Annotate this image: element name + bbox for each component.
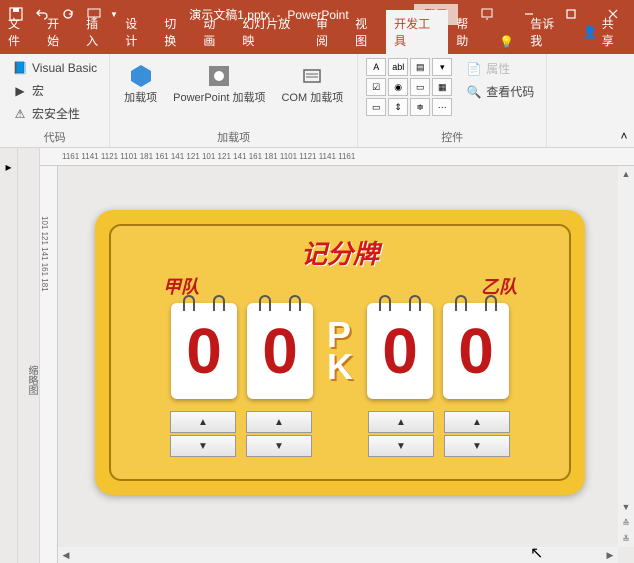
digit-1: 0 bbox=[186, 319, 222, 383]
scroll-left-icon[interactable]: ◀ bbox=[58, 547, 74, 563]
spinner-1: ▲ ▼ bbox=[170, 411, 236, 457]
digit-2: 0 bbox=[262, 319, 298, 383]
tab-tellme[interactable]: 告诉我 bbox=[522, 10, 573, 54]
slide-inner: 记分牌 甲队 乙队 0 0 PK 0 0 ▲ bbox=[109, 224, 571, 481]
control-button[interactable]: ▭ bbox=[366, 98, 386, 116]
tab-view[interactable]: 视图 bbox=[347, 10, 386, 54]
spinner-3-up[interactable]: ▲ bbox=[368, 411, 434, 433]
scroll-up-icon[interactable]: ▲ bbox=[618, 166, 634, 182]
ribbon-tabs: 文件 开始 插入 设计 切换 动画 幻灯片放映 审阅 视图 开发工具 帮助 💡 … bbox=[0, 28, 634, 54]
ppt-addins-icon bbox=[203, 60, 235, 92]
macro-security-button[interactable]: ⚠宏安全性 bbox=[8, 103, 101, 124]
addins-icon bbox=[125, 60, 157, 92]
digit-4: 0 bbox=[458, 319, 494, 383]
tab-home[interactable]: 开始 bbox=[39, 10, 78, 54]
control-frame[interactable]: ▦ bbox=[432, 78, 452, 96]
addins-button[interactable]: 加载项 bbox=[118, 58, 163, 107]
control-label[interactable]: A bbox=[366, 58, 386, 76]
thumbnail-strip[interactable]: 缩略图 bbox=[18, 148, 40, 563]
com-addins-icon bbox=[296, 60, 328, 92]
person-icon: 👤 bbox=[583, 25, 598, 39]
spinner-2-up[interactable]: ▲ bbox=[246, 411, 312, 433]
group-addins: 加载项 PowerPoint 加载项 COM 加载项 加载项 bbox=[110, 54, 358, 147]
macros-button[interactable]: ▶宏 bbox=[8, 80, 101, 101]
tab-developer[interactable]: 开发工具 bbox=[386, 10, 448, 54]
score-card-2: 0 bbox=[247, 303, 313, 399]
pk-label: PK bbox=[327, 319, 353, 384]
spinner-1-up[interactable]: ▲ bbox=[170, 411, 236, 433]
tab-design[interactable]: 设计 bbox=[117, 10, 156, 54]
prev-slide-icon[interactable]: ≙ bbox=[618, 515, 634, 531]
control-list[interactable]: ▤ bbox=[410, 58, 430, 76]
scroll-down-icon[interactable]: ▼ bbox=[618, 499, 634, 515]
group-code: 📘Visual Basic ▶宏 ⚠宏安全性 代码 bbox=[0, 54, 110, 147]
horizontal-scrollbar[interactable]: ◀ ▶ bbox=[58, 547, 618, 563]
spinner-3-down[interactable]: ▼ bbox=[368, 435, 434, 457]
ribbon-developer: 📘Visual Basic ▶宏 ⚠宏安全性 代码 加载项 PowerPoint… bbox=[0, 54, 634, 148]
vb-icon: 📘 bbox=[12, 60, 28, 76]
group-label-code: 代码 bbox=[8, 127, 101, 145]
control-spin[interactable]: ≑ bbox=[410, 98, 430, 116]
spinner-4-up[interactable]: ▲ bbox=[444, 411, 510, 433]
vertical-scrollbar[interactable]: ▲ ▼ ≙ ≚ bbox=[618, 166, 634, 547]
tab-insert[interactable]: 插入 bbox=[78, 10, 117, 54]
score-row: 0 0 PK 0 0 bbox=[123, 303, 557, 399]
warning-icon: ⚠ bbox=[12, 106, 28, 122]
view-code-button[interactable]: 🔍查看代码 bbox=[462, 81, 538, 102]
tab-review[interactable]: 审阅 bbox=[308, 10, 347, 54]
vertical-ruler: 101 121 141 161 181 bbox=[40, 166, 58, 563]
ppt-addins-button[interactable]: PowerPoint 加载项 bbox=[167, 58, 271, 107]
properties-button[interactable]: 📄属性 bbox=[462, 58, 538, 79]
spinner-row: ▲ ▼ ▲ ▼ ▲ ▼ ▲ bbox=[123, 411, 557, 457]
group-label-controls: 控件 bbox=[366, 127, 538, 145]
visual-basic-button[interactable]: 📘Visual Basic bbox=[8, 58, 101, 78]
control-textbox[interactable]: abl bbox=[388, 58, 408, 76]
control-checkbox[interactable]: ☑ bbox=[366, 78, 386, 96]
tab-slideshow[interactable]: 幻灯片放映 bbox=[234, 10, 308, 54]
tab-animations[interactable]: 动画 bbox=[195, 10, 234, 54]
tellme-bulb-icon[interactable]: 💡 bbox=[491, 30, 522, 54]
com-addins-button[interactable]: COM 加载项 bbox=[275, 58, 349, 107]
spinner-1-down[interactable]: ▼ bbox=[170, 435, 236, 457]
tab-help[interactable]: 帮助 bbox=[448, 10, 487, 54]
group-label-addins: 加载项 bbox=[118, 127, 349, 145]
collapse-ribbon-icon[interactable]: ˄ bbox=[614, 54, 634, 147]
next-slide-icon[interactable]: ≚ bbox=[618, 531, 634, 547]
code-icon: 🔍 bbox=[466, 84, 482, 100]
spinner-2-down[interactable]: ▼ bbox=[246, 435, 312, 457]
group-controls: A abl ▤ ▾ ☑ ◉ ▭ ▦ ▭ ⇕ ≑ ⋯ bbox=[358, 54, 547, 147]
control-option[interactable]: ◉ bbox=[388, 78, 408, 96]
properties-icon: 📄 bbox=[466, 61, 482, 77]
digit-3: 0 bbox=[382, 319, 418, 383]
slide[interactable]: 记分牌 甲队 乙队 0 0 PK 0 0 ▲ bbox=[95, 210, 585, 495]
scoreboard-title: 记分牌 bbox=[123, 234, 557, 271]
score-card-1: 0 bbox=[171, 303, 237, 399]
slide-wrapper: 记分牌 甲队 乙队 0 0 PK 0 0 ▲ bbox=[62, 170, 618, 547]
horizontal-ruler: 1161 1141 1121 1101 181 161 141 121 101 … bbox=[40, 148, 634, 166]
outline-toggle[interactable]: ▸ bbox=[0, 148, 18, 563]
spinner-4-down[interactable]: ▼ bbox=[444, 435, 510, 457]
macro-icon: ▶ bbox=[12, 83, 28, 99]
score-card-3: 0 bbox=[367, 303, 433, 399]
tab-transitions[interactable]: 切换 bbox=[156, 10, 195, 54]
tab-file[interactable]: 文件 bbox=[0, 10, 39, 54]
slide-canvas-area: 1161 1141 1121 1101 181 161 141 121 101 … bbox=[40, 148, 634, 563]
control-toggle[interactable]: ▭ bbox=[410, 78, 430, 96]
control-combo[interactable]: ▾ bbox=[432, 58, 452, 76]
spinner-3: ▲ ▼ bbox=[368, 411, 434, 457]
team-b-label: 乙队 bbox=[481, 273, 517, 299]
scroll-right-icon[interactable]: ▶ bbox=[602, 547, 618, 563]
control-scroll[interactable]: ⇕ bbox=[388, 98, 408, 116]
score-card-4: 0 bbox=[443, 303, 509, 399]
share-button[interactable]: 👤共享 bbox=[573, 10, 634, 54]
spinner-4: ▲ ▼ bbox=[444, 411, 510, 457]
spinner-2: ▲ ▼ bbox=[246, 411, 312, 457]
team-a-label: 甲队 bbox=[163, 273, 199, 299]
workspace: ▸ 缩略图 1161 1141 1121 1101 181 161 141 12… bbox=[0, 148, 634, 563]
control-more[interactable]: ⋯ bbox=[432, 98, 452, 116]
